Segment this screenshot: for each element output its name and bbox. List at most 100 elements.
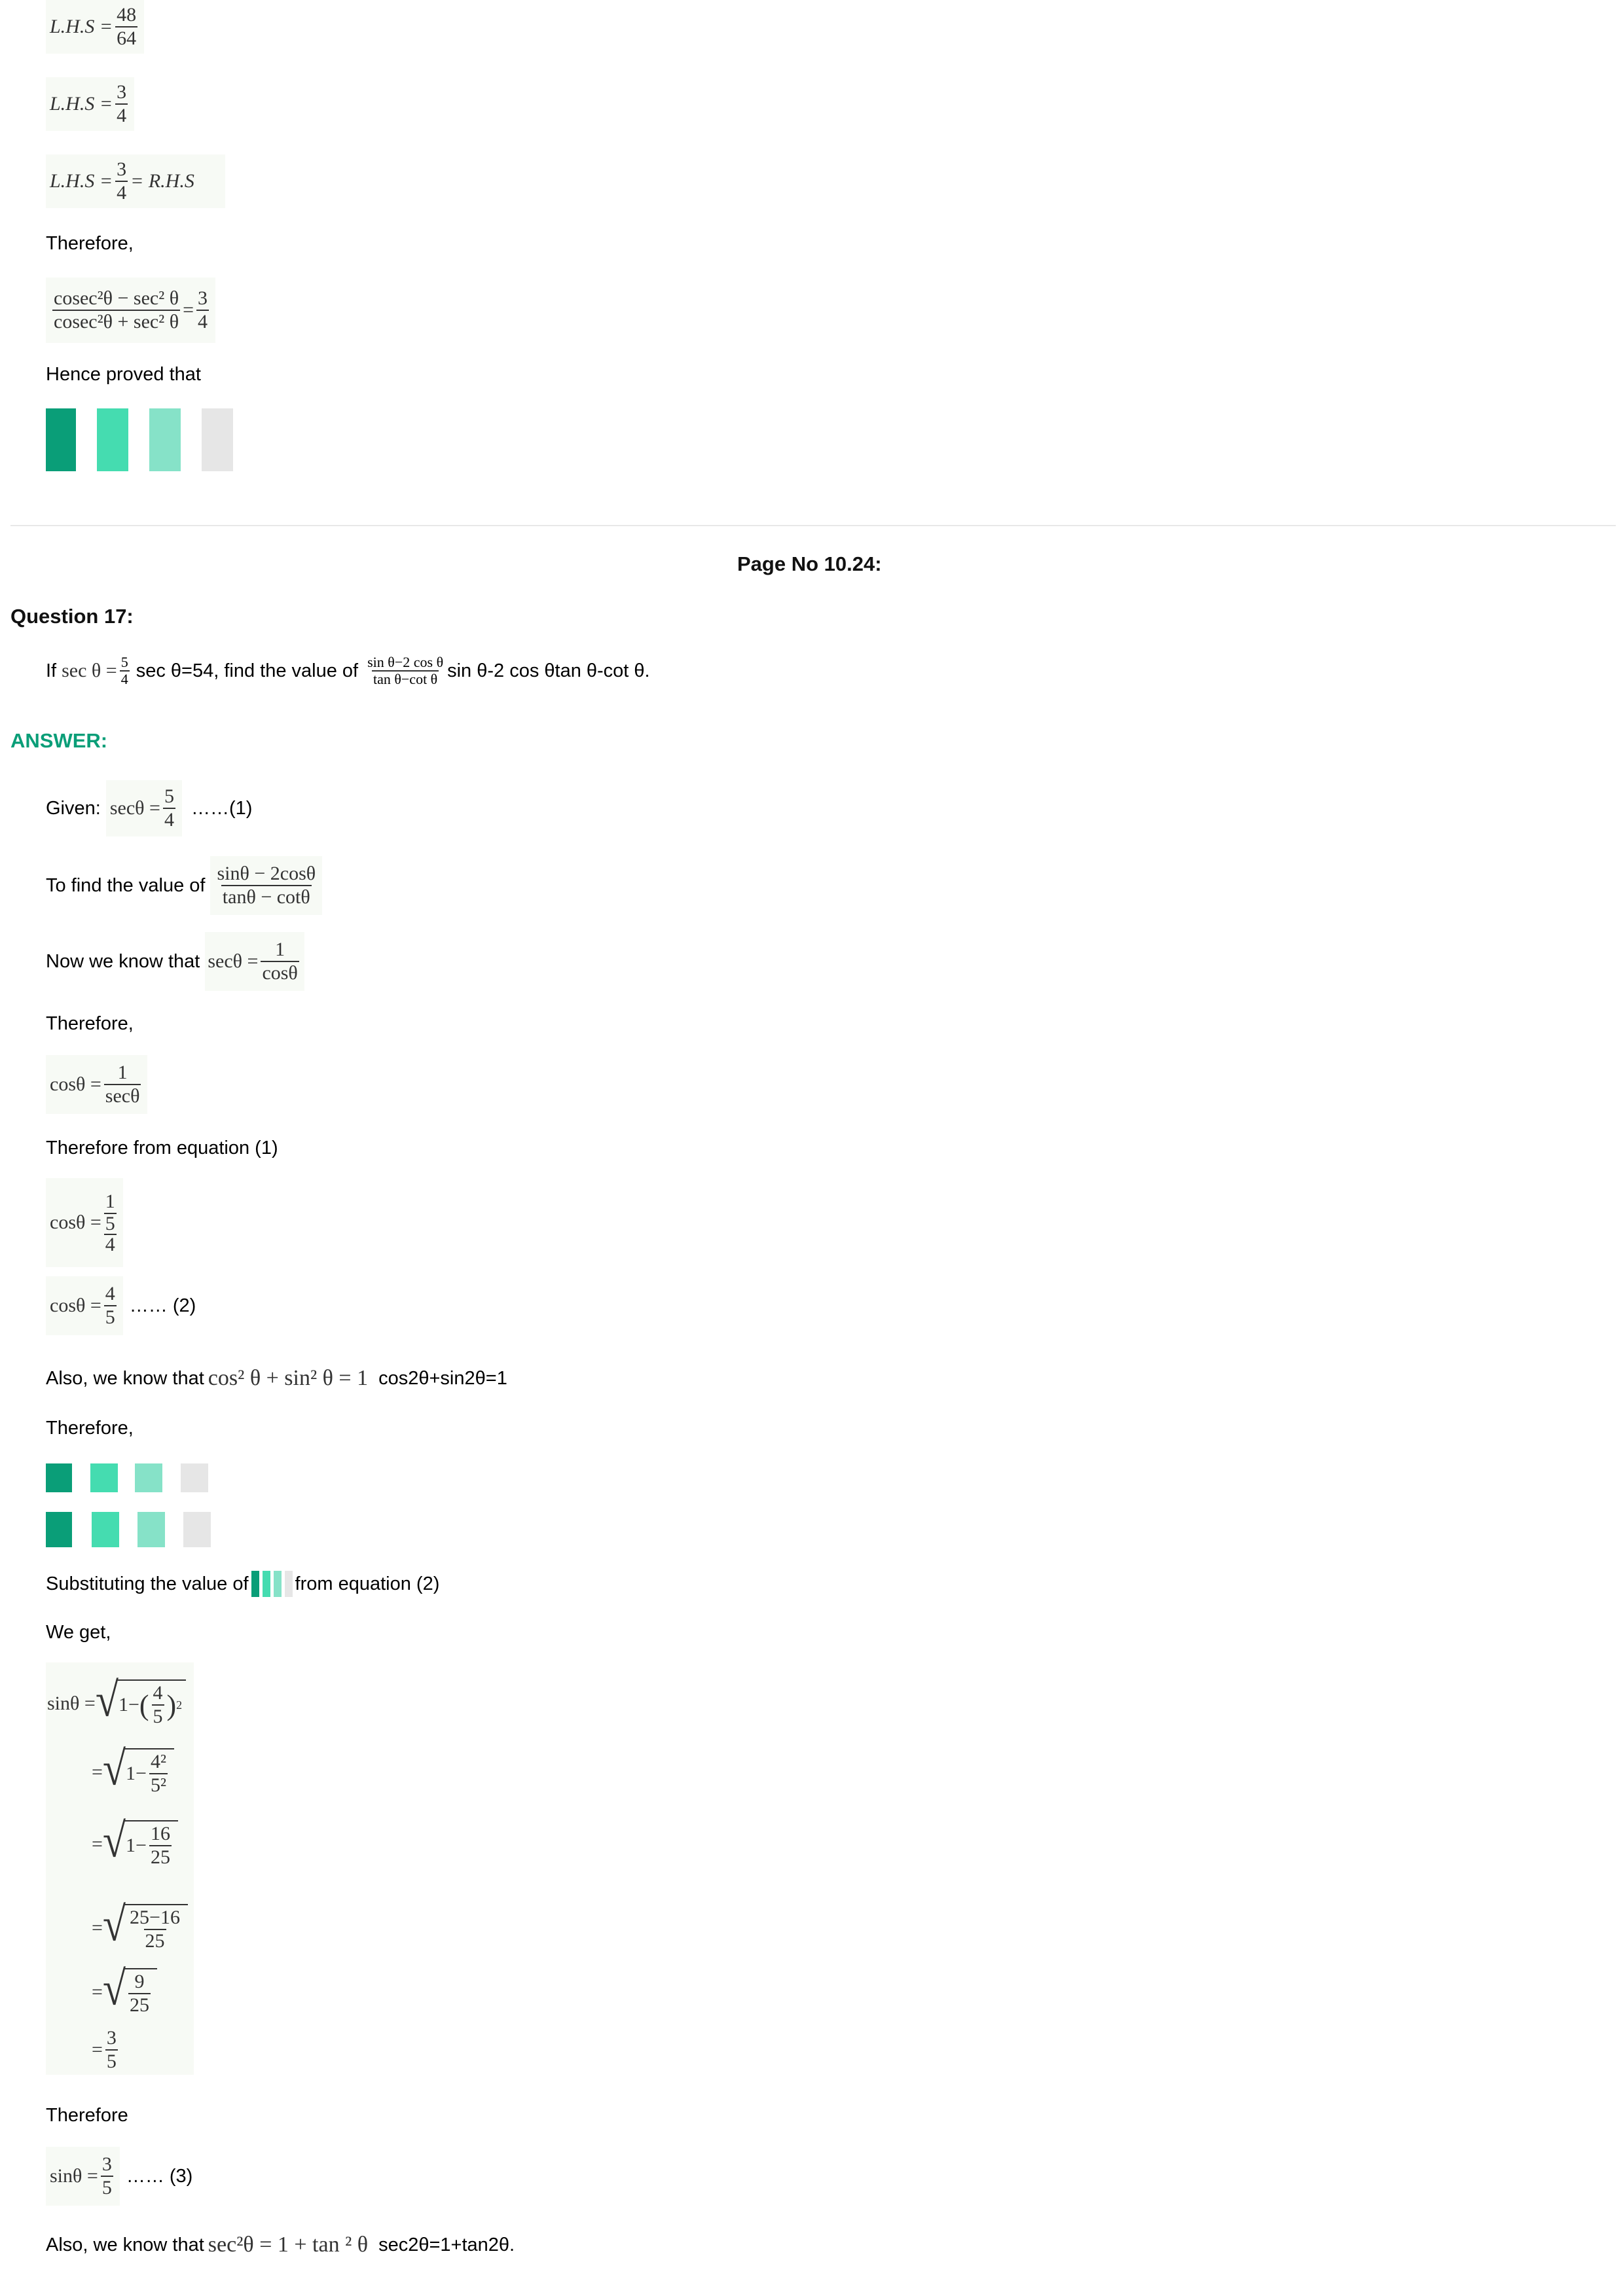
cos-result-math: cosθ = 45 [46,1276,123,1335]
sqrt: √ 1− 16 25 [103,1816,178,1869]
fraction: 4² 5² [149,1751,168,1797]
fraction: 1 secθ [103,1062,141,1107]
expression-fraction: sin θ−2 cos θ tan θ−cot θ [366,655,445,687]
equals-sign: = [92,1981,103,2003]
also-label: Also, we know that [46,1368,204,1389]
sec-fraction: 54 [119,654,130,687]
lhs: sinθ = [50,2165,98,2187]
denominator: 4 [119,670,130,687]
denominator: 5 [105,2049,118,2072]
also-sec-identity-line: Also, we know that sec²θ = 1 + tan ² θ s… [46,2225,515,2265]
numerator: 3 [106,2027,117,2049]
denominator: 25 [128,1993,151,2016]
numerator: 5 [164,785,174,807]
inner-numerator: 5 [105,1213,115,1234]
given-line: Given: secθ = 54 ……(1) [46,780,252,836]
sec-identity-alt-text: sec2θ=1+tan2θ. [378,2234,515,2255]
cos-equation: cosθ = 1 secθ [46,1055,148,1114]
sin-result-line: sinθ = 35 …… (3) [46,2147,192,2206]
therefore-text: Therefore [46,2105,128,2126]
equals-sign: = [92,2039,103,2060]
one-minus: 1− [118,1694,139,1715]
fraction: 35 [100,2153,113,2199]
equation-tag: …… (2) [129,1295,196,1316]
numerator: sin θ−2 cos θ [367,654,444,670]
identity-alt-text: cos2θ+sin2θ=1 [378,1368,507,1389]
numerator: 4 [105,1283,115,1304]
if-text: If [46,660,57,681]
numerator: 3 [101,2153,112,2175]
numerator: 9 [134,1971,145,1992]
denominator: 5 [151,1704,164,1727]
from-equation-label: from equation (2) [295,1573,440,1594]
numerator: 48 [117,4,137,26]
fraction: 16 25 [149,1823,172,1869]
radicand: 1− ( 45 ) 2 [117,1679,187,1728]
denominator: 5 4 [103,1213,117,1255]
numerator: 4² [150,1751,166,1772]
numerator: sinθ − 2cosθ [217,863,316,884]
denominator: cosec²θ + sec² θ [52,310,181,332]
lhs-label: L.H.S = [50,16,113,37]
sqrt: √ 1− ( 45 ) 2 [96,1676,187,1728]
fraction: sinθ − 2cosθ tanθ − cotθ [215,863,317,908]
denominator: 64 [115,26,138,49]
fraction: 1 cosθ [261,939,299,984]
lhs-label: L.H.S = [50,170,113,192]
radicand: 25−16 25 [124,1904,188,1952]
know-line: Now we know that secθ = 1 cosθ [46,932,304,991]
sin-step-5: = √ 9 25 [92,1961,158,2024]
numerator: 1 [275,939,285,960]
denominator: 4 [196,310,209,332]
inline-image-placeholder [251,1571,293,1597]
inner-denominator: 4 [103,1234,117,1255]
denominator: 5 [103,1305,117,1328]
compound-fraction: 1 5 4 [103,1191,117,1255]
sin-result-math: sinθ = 35 [46,2147,120,2206]
denominator: cosθ [261,961,299,984]
lhs: secθ = [109,797,160,819]
numerator: 3 [117,81,127,103]
denominator: tan θ−cot θ [371,670,439,687]
equals-sign: = [183,299,194,321]
know-label: Now we know that [46,951,200,972]
substituting-label: Substituting the value of [46,1573,249,1594]
denominator: 4 [162,808,175,831]
numerator: 16 [150,1823,170,1844]
numerator: 3 [198,287,208,309]
numerator: 3 [117,158,127,180]
numerator: 1 [117,1062,128,1083]
sin-step-1: sinθ = √ 1− ( 45 ) 2 [47,1668,187,1740]
equals-sign: = [92,1833,103,1855]
therefore-text: Therefore, [46,1418,134,1439]
denominator: 5 [100,2176,113,2198]
sqrt: √ 9 25 [103,1964,158,2017]
radicand: 1− 16 25 [124,1820,178,1869]
denominator: 25 [149,1845,172,1868]
sin-step-4: = √ 25−16 25 [92,1897,188,1960]
know-math: secθ = 1 cosθ [205,932,304,991]
lhs-equation-1: L.H.S = 48 64 [46,0,145,54]
substituting-line: Substituting the value of from equation … [46,1568,439,1600]
page-number: Page No 10.24: [737,552,882,575]
numerator: 5 [120,654,128,670]
fraction: 9 25 [128,1971,151,2017]
denominator: 4 [115,103,128,126]
rhs-label: = R.H.S [130,170,194,192]
fraction: 34 [115,81,128,127]
one-minus: 1− [126,1763,147,1784]
section-divider [10,525,1616,526]
lhs: secθ = [208,950,259,972]
denominator: secθ [103,1084,141,1107]
equals-sign: = [92,1761,103,1783]
lhs: cosθ = [50,1211,101,1233]
denominator: 25 [143,1929,166,1952]
lhs: sinθ = [47,1693,96,1714]
sec-theta-math: sec θ = [62,660,117,681]
sin-step-6: = 35 [92,2022,120,2077]
fraction: 25−16 25 [128,1907,181,1952]
sqrt: √ 25−16 25 [103,1900,188,1952]
sqrt: √ 1− 4² 5² [103,1744,174,1797]
hence-proved-text: Hence proved that [46,364,201,385]
fraction: 45 [103,1283,117,1329]
